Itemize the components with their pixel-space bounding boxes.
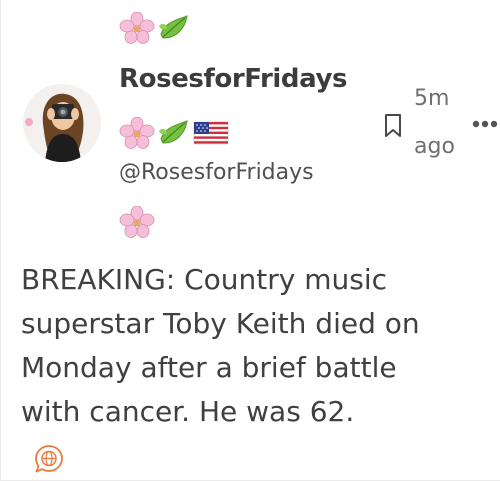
decorative-emoji-row-low	[119, 206, 155, 238]
more-options-button[interactable]	[472, 114, 498, 133]
user-handle[interactable]: @RosesforFridays	[119, 160, 314, 185]
translate-button[interactable]	[33, 443, 65, 479]
bookmark-icon	[382, 114, 404, 143]
bookmark-button[interactable]	[382, 113, 404, 143]
post-body: BREAKING: Country music superstar Toby K…	[21, 258, 491, 434]
ellipsis-icon	[472, 114, 498, 133]
decorative-emoji-row-mid	[119, 117, 229, 149]
cherry-blossom-icon	[119, 117, 155, 149]
avatar[interactable]	[23, 84, 101, 162]
leaf-icon	[157, 12, 191, 44]
post-body-line: with cancer. He was 62.	[21, 395, 355, 428]
post-card: RosesforFridays @RosesforFridays 5m ago …	[0, 0, 500, 481]
decorative-emoji-row-top	[119, 12, 191, 44]
timestamp-value: 5m	[414, 86, 450, 111]
leaf-icon	[157, 117, 191, 149]
timestamp-suffix: ago	[414, 134, 455, 159]
cherry-blossom-icon	[119, 206, 155, 238]
post-body-line: BREAKING: Country music	[21, 263, 388, 296]
globe-speech-bubble-icon	[33, 445, 65, 479]
us-flag-icon	[193, 119, 229, 147]
post-body-line: Monday after a brief battle	[21, 351, 397, 384]
cherry-blossom-icon	[119, 12, 155, 44]
post-body-line: superstar Toby Keith died on	[21, 307, 420, 340]
display-name[interactable]: RosesforFridays	[119, 64, 347, 94]
